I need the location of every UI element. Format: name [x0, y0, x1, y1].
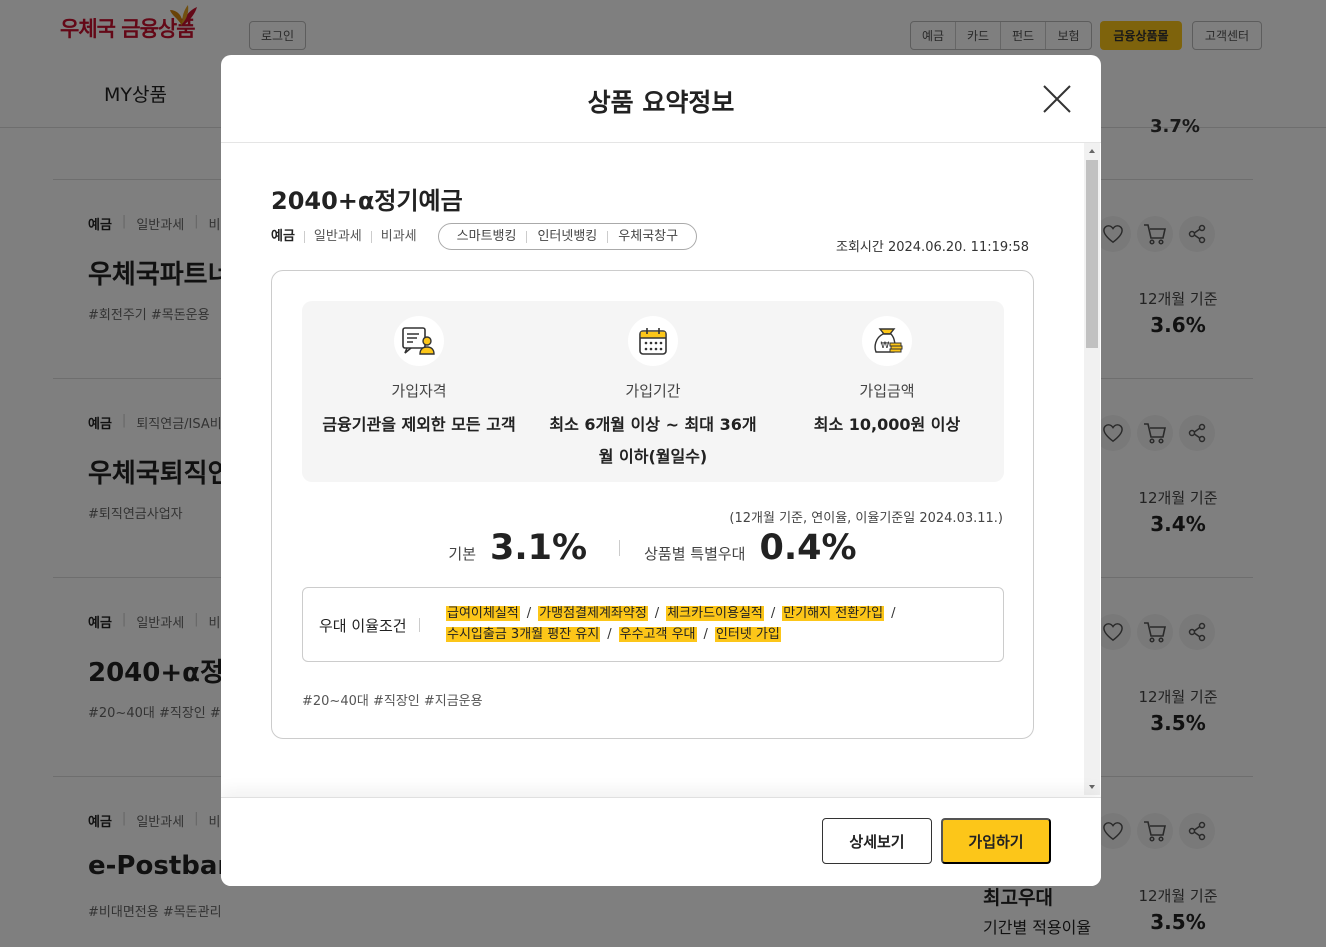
channel-smart-banking: 스마트뱅킹 [456, 228, 517, 244]
condition-item: 가맹점결제계좌약정 [538, 606, 648, 621]
conditions-label: 우대 이율조건 [319, 617, 407, 635]
info-value: 최소 10,000원 이상 [813, 415, 961, 434]
channel-internet-banking: 인터넷뱅킹 [526, 230, 607, 243]
modal-header: 상품 요약정보 [221, 55, 1101, 143]
product-title: 2040+α정기예금 [271, 187, 463, 215]
condition-item: 급여이체실적 [446, 606, 520, 621]
tag: 예금 [271, 228, 295, 244]
divider [419, 618, 420, 632]
close-icon[interactable] [1041, 83, 1073, 115]
tag: 비과세 [370, 230, 426, 243]
info-value: 최소 6개월 이상 ~ 최대 36개월 이하(월일수) [549, 415, 757, 466]
summary-card: 가입자격 금융기관을 제외한 모든 고객 가입기간 최소 6개월 이상 ~ 최대… [271, 270, 1034, 739]
condition-item: 우수고객 우대 [618, 627, 697, 642]
info-eligibility: 가입자격 금융기관을 제외한 모든 고객 [302, 316, 536, 441]
info-value: 금융기관을 제외한 모든 고객 [322, 415, 516, 434]
modal-footer: 상세보기 가입하기 [221, 797, 1101, 886]
detail-button[interactable]: 상세보기 [822, 818, 932, 864]
condition-item: 만기해지 전환가입 [782, 606, 885, 621]
product-tags: 예금 일반과세 비과세 스마트뱅킹 인터넷뱅킹 우체국창구 [271, 223, 698, 250]
product-hashtags: #20~40대 #직장인 #지금운용 [302, 694, 483, 709]
money-bag-icon: ₩ [862, 316, 912, 366]
lookup-time: 조회시간 2024.06.20. 11:19:58 [836, 240, 1030, 255]
conditions-box: 우대 이율조건 급여이체실적 / 가맹점결제계좌약정 / 체크카드이용실적 / 만기해지 전… [302, 587, 1004, 662]
info-period: 가입기간 최소 6개월 이상 ~ 최대 36개월 이하(월일수) [536, 316, 770, 473]
info-amount: ₩ 가입금액 최소 10,000원 이상 [770, 316, 1004, 441]
product-summary-modal: 상품 요약정보 2040+α정기예금 예금 일반과세 비과세 스마트뱅킹 인터넷… [221, 55, 1101, 886]
channel-post-office: 우체국창구 [607, 230, 688, 243]
condition-item: 인터넷 가입 [714, 627, 781, 642]
tag: 일반과세 [303, 230, 371, 243]
rates: 기본 3.1% 상품별 특별우대 0.4% [272, 528, 1033, 568]
channel-pill: 스마트뱅킹 인터넷뱅킹 우체국창구 [437, 223, 698, 250]
condition-item: 수시입출금 3개월 평잔 유지 [446, 627, 601, 642]
join-button[interactable]: 가입하기 [941, 818, 1051, 864]
scrollbar-thumb[interactable] [1086, 160, 1098, 348]
info-label: 가입금액 [859, 382, 915, 400]
info-label: 가입기간 [625, 382, 681, 400]
calendar-icon [628, 316, 678, 366]
special-rate-value: 0.4% [759, 528, 857, 568]
conditions-list: 급여이체실적 / 가맹점결제계좌약정 / 체크카드이용실적 / 만기해지 전환가입 / 수시입… [446, 606, 896, 642]
scroll-up-icon[interactable] [1089, 149, 1095, 153]
condition-item: 체크카드이용실적 [666, 606, 764, 621]
scroll-down-icon[interactable] [1089, 785, 1095, 789]
modal-body: 2040+α정기예금 예금 일반과세 비과세 스마트뱅킹 인터넷뱅킹 우체국창구… [221, 143, 1101, 797]
base-rate-value: 3.1% [490, 528, 588, 568]
rate-note: (12개월 기준, 연이율, 이율기준일 2024.03.11.) [729, 511, 1003, 526]
info-box: 가입자격 금융기관을 제외한 모든 고객 가입기간 최소 6개월 이상 ~ 최대… [302, 301, 1004, 482]
scrollbar[interactable] [1084, 143, 1100, 795]
base-rate-label: 기본 [448, 545, 477, 563]
rate-divider [619, 540, 621, 556]
modal-title: 상품 요약정보 [587, 88, 735, 117]
special-rate-label: 상품별 특별우대 [644, 545, 746, 563]
svg-text:₩: ₩ [881, 341, 890, 351]
info-label: 가입자격 [391, 382, 447, 400]
document-person-icon [394, 316, 444, 366]
